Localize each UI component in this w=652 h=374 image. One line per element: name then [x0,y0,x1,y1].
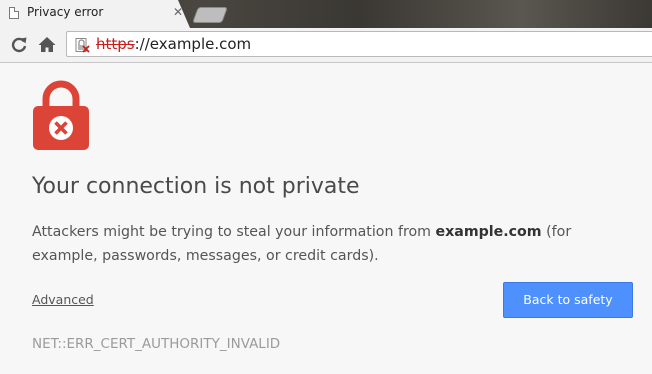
url-scheme: https [96,35,135,53]
close-icon[interactable]: ✕ [171,5,185,19]
browser-window: Privacy error ✕ https://example.com Your… [0,0,652,374]
explanation-host: example.com [435,224,542,240]
url-text[interactable]: https://example.com [96,35,251,53]
tab-strip: Privacy error ✕ [0,0,652,28]
tab-privacy-error[interactable]: Privacy error ✕ [0,0,190,28]
url-host: example.com [149,35,252,53]
page-icon [9,7,19,19]
new-tab-button[interactable] [192,7,228,23]
explanation-prefix: Attackers might be trying to steal your … [32,224,436,240]
advanced-link[interactable]: Advanced [32,292,94,307]
back-to-safety-button[interactable]: Back to safety [503,282,633,318]
home-button[interactable] [36,34,58,56]
page-title: Your connection is not private [32,174,360,199]
reload-button[interactable] [8,34,30,56]
url-separator: :// [134,35,150,53]
address-bar[interactable]: https://example.com [66,31,652,57]
red-lock-x-icon [33,80,89,150]
reload-icon [11,37,27,53]
interstitial-content: Your connection is not private Attackers… [0,63,652,374]
tab-title: Privacy error [27,5,104,19]
explanation-text: Attackers might be trying to steal your … [32,220,622,268]
error-code: NET::ERR_CERT_AUTHORITY_INVALID [32,336,281,352]
home-icon [38,37,56,52]
toolbar: https://example.com [0,28,652,63]
broken-lock-icon[interactable] [74,37,90,53]
